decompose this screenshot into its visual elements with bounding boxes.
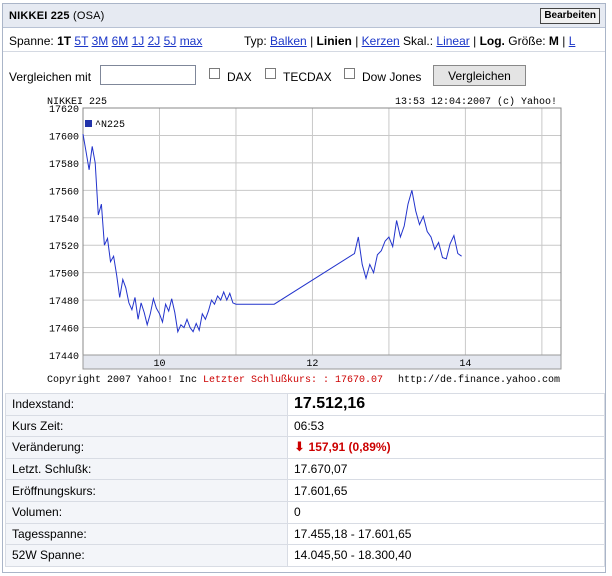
- quote-value: 17.601,65: [287, 479, 605, 502]
- type-linien-selected: Linien: [316, 34, 352, 48]
- tecdax-checkbox[interactable]: [265, 68, 276, 79]
- panel-header: NIKKEI 225 (OSA) Bearbeiten: [3, 4, 605, 28]
- quote-key: Kurs Zeit:: [5, 414, 288, 438]
- type-kerzen-link[interactable]: Kerzen: [362, 34, 400, 48]
- edit-button[interactable]: Bearbeiten: [540, 8, 600, 24]
- quote-key: 52W Spanne:: [5, 544, 288, 567]
- x-tick-label: 10: [153, 359, 165, 370]
- quote-key: Eröffnungskurs:: [5, 479, 288, 502]
- index-title: NIKKEI 225 (OSA): [9, 10, 105, 22]
- scale-linear-link[interactable]: Linear: [436, 34, 469, 48]
- range-selector: Spanne: 1T 5T 3M 6M 1J 2J 5J max: [9, 34, 203, 48]
- size-m-selected: M: [548, 34, 559, 48]
- quote-key: Volumen:: [5, 500, 288, 524]
- chart-header-right: 13:53 12:04:2007 (c) Yahoo!: [395, 96, 557, 108]
- quote-row: Eröffnungskurs: 17.601,65: [5, 479, 605, 502]
- quote-value: 17.670,07: [287, 457, 605, 481]
- range-1t: 1T: [57, 34, 72, 48]
- x-tick-label: 12: [306, 359, 318, 370]
- range-items: 1T 5T 3M 6M 1J 2J 5J max: [57, 34, 202, 48]
- dax-label: DAX: [227, 70, 252, 84]
- y-tick-label: 17440: [49, 352, 79, 363]
- quote-key: Tagesspanne:: [5, 522, 288, 546]
- quote-key: Indexstand:: [5, 393, 288, 416]
- type-scale-size-selector: Typ: Balken | Linien | Kerzen Skal.: Lin…: [244, 34, 576, 48]
- y-tick-label: 17520: [49, 242, 79, 253]
- tecdax-label: TECDAX: [283, 70, 332, 84]
- chart-background: [5, 94, 603, 388]
- dowjones-label: Dow Jones: [362, 70, 422, 84]
- quote-table: Indexstand: 17.512,16 Kurs Zeit: 06:53 Verän…: [5, 393, 605, 567]
- compare-button[interactable]: Vergleichen: [433, 65, 526, 86]
- quote-key: Letzt. Schlußk:: [5, 457, 288, 481]
- y-tick-label: 17620: [49, 105, 79, 116]
- down-arrow-icon: ⬇: [294, 439, 309, 455]
- chart-options-bar: Spanne: 1T 5T 3M 6M 1J 2J 5J max Typ: Ba…: [3, 28, 605, 52]
- quote-value: 0: [287, 500, 605, 524]
- y-tick-label: 17480: [49, 297, 79, 308]
- chart-footer-url: http://de.finance.yahoo.com: [398, 374, 560, 386]
- range-max[interactable]: max: [180, 34, 203, 48]
- type-balken-link[interactable]: Balken: [270, 34, 307, 48]
- quote-value: 17.455,18 - 17.601,65: [287, 522, 605, 546]
- quote-value: 17.512,16: [287, 393, 605, 416]
- quote-value: 06:53: [287, 414, 605, 438]
- quote-row: Tagesspanne: 17.455,18 - 17.601,65: [5, 522, 605, 546]
- quote-row: 52W Spanne: 14.045,50 - 18.300,40: [5, 544, 605, 567]
- dax-checkbox[interactable]: [209, 68, 220, 79]
- legend-label: ^N225: [95, 120, 125, 131]
- range-5t[interactable]: 5T: [74, 34, 88, 48]
- legend-swatch: [85, 120, 92, 127]
- quote-key: Veränderung:: [5, 436, 288, 459]
- quote-row: Volumen: 0: [5, 500, 605, 524]
- y-tick-label: 17540: [49, 215, 79, 226]
- chart-footer-copyright: Copyright 2007 Yahoo! Inc: [47, 374, 197, 386]
- quote-value: ⬇ 157,91 (0,89%): [287, 436, 605, 459]
- range-6m[interactable]: 6M: [112, 34, 129, 48]
- y-tick-label: 17580: [49, 160, 79, 171]
- quote-value: 14.045,50 - 18.300,40: [287, 544, 605, 567]
- compare-label: Vergleichen mit: [9, 70, 92, 84]
- scale-log-selected: Log.: [479, 34, 505, 48]
- quote-row: Indexstand: 17.512,16: [5, 393, 605, 416]
- quote-row: Kurs Zeit: 06:53: [5, 414, 605, 438]
- y-tick-label: 17600: [49, 132, 79, 143]
- compare-bar: Vergleichen mit DAX TECDAX Dow Jones Ver…: [3, 63, 605, 89]
- y-tick-label: 17500: [49, 270, 79, 281]
- chart-footer-last-close: Letzter Schlußkurs: : 17670.07: [203, 374, 383, 386]
- quote-panel: NIKKEI 225 (OSA) Bearbeiten Spanne: 1T 5…: [2, 3, 606, 573]
- range-3m[interactable]: 3M: [92, 34, 109, 48]
- x-tick-label: 14: [459, 359, 471, 370]
- index-chart: NIKKEI 225 13:53 12:04:2007 (c) Yahoo! 1…: [5, 94, 603, 388]
- y-tick-label: 17560: [49, 187, 79, 198]
- range-1j[interactable]: 1J: [132, 34, 145, 48]
- dowjones-checkbox[interactable]: [344, 68, 355, 79]
- quote-row: Letzt. Schlußk: 17.670,07: [5, 457, 605, 481]
- range-2j[interactable]: 2J: [148, 34, 161, 48]
- range-5j[interactable]: 5J: [164, 34, 177, 48]
- y-tick-label: 17460: [49, 325, 79, 336]
- compare-input[interactable]: [100, 65, 196, 85]
- size-l-link[interactable]: L: [569, 34, 576, 48]
- quote-row: Veränderung: ⬇ 157,91 (0,89%): [5, 436, 605, 459]
